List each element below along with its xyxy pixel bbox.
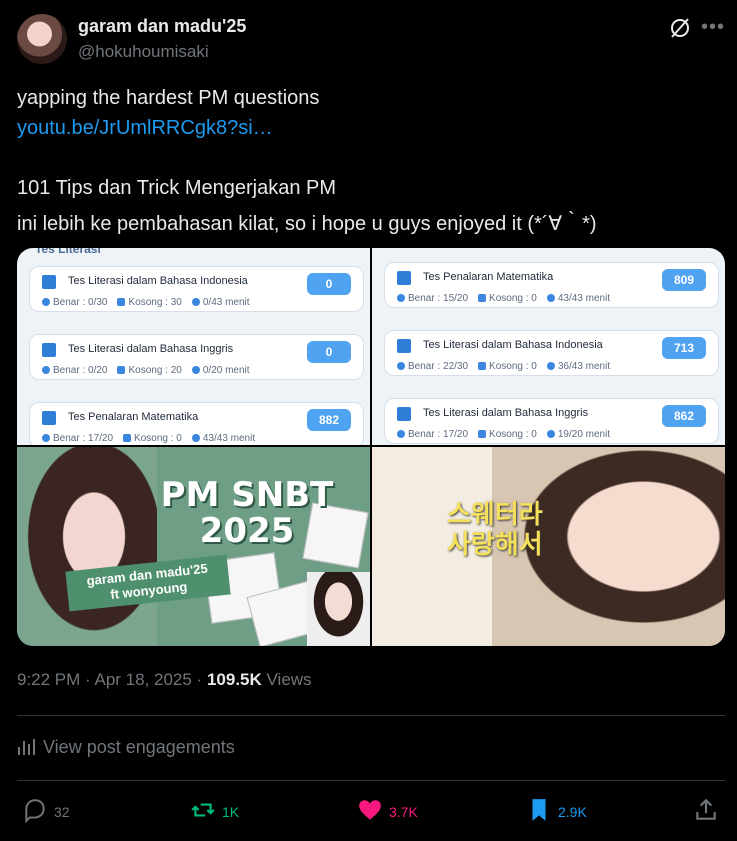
repost-icon	[191, 803, 215, 817]
reply-icon	[25, 799, 45, 824]
card-title: Tes Literasi dalam Bahasa Indonesia	[68, 275, 248, 287]
media-image-3[interactable]: PM SNBT 2025 garam dan madu'25 ft wonyou…	[17, 447, 370, 646]
like-count: 3.7K	[389, 804, 418, 820]
like-button[interactable]: 3.7K	[357, 797, 418, 823]
card-score: 809	[662, 269, 706, 291]
avatar[interactable]	[17, 14, 67, 64]
book-icon	[397, 407, 411, 421]
portrait-photo	[17, 447, 157, 646]
handle[interactable]: @hokuhoumisaki	[78, 42, 209, 62]
cut-title: Tes Literasi	[35, 248, 101, 256]
poster-title: PM SNBT 2025	[160, 475, 334, 551]
view-engagements-link[interactable]: View post engagements	[17, 737, 235, 758]
score-card: Tes Literasi dalam Bahasa Indonesia 713 …	[384, 330, 719, 376]
analytics-icon	[18, 739, 35, 755]
timestamp-link[interactable]: 9:22 PM · Apr 18, 2025 ·	[17, 670, 207, 689]
card-title: Tes Penalaran Matematika	[68, 411, 199, 423]
bookmark-count: 2.9K	[558, 804, 587, 820]
card-meta: Benar : 0/20 Kosong : 20 0/20 menit	[42, 365, 250, 376]
post-timestamp: 9:22 PM · Apr 18, 2025 · 109.5K Views	[17, 670, 312, 690]
card-score: 0	[307, 273, 351, 295]
score-card: Tes Literasi dalam Bahasa Indonesia 0 Be…	[29, 266, 364, 312]
media-image-1[interactable]: Tes Literasi Tes Literasi dalam Bahasa I…	[17, 248, 370, 445]
card-meta: Benar : 22/30 Kosong : 0 36/43 menit	[397, 361, 610, 372]
media-image-4[interactable]: 스웨터라 사랑해서	[372, 447, 725, 646]
card-title: Tes Literasi dalam Bahasa Inggris	[423, 407, 589, 419]
score-card: Tes Penalaran Matematika 882 Benar : 17/…	[29, 402, 364, 445]
book-icon	[42, 343, 56, 357]
media-grid: Tes Literasi Tes Literasi dalam Bahasa I…	[17, 248, 725, 646]
card-meta: Benar : 17/20 Kosong : 0 43/43 menit	[42, 433, 255, 444]
score-card: Tes Literasi dalam Bahasa Inggris 0 Bena…	[29, 334, 364, 380]
post-link[interactable]: youtu.be/JrUmlRRCgk8?si…	[17, 117, 273, 140]
bookmark-button[interactable]: 2.9K	[526, 797, 587, 823]
repost-button[interactable]: 1K	[190, 797, 239, 823]
korean-caption: 스웨터라 사랑해서	[447, 499, 543, 559]
more-icon[interactable]: •••	[701, 16, 725, 40]
share-icon	[696, 798, 716, 820]
post-text-line: 101 Tips dan Trick Mengerjakan PM	[17, 177, 337, 199]
engagements-label: View post engagements	[43, 737, 235, 757]
repost-count: 1K	[222, 804, 240, 820]
share-button[interactable]	[693, 797, 725, 823]
book-icon	[42, 275, 56, 289]
media-image-2[interactable]: Tes Penalaran Matematika 809 Benar : 15/…	[372, 248, 725, 445]
reply-count: 32	[54, 804, 70, 820]
card-meta: Benar : 0/30 Kosong : 30 0/43 menit	[42, 297, 250, 308]
score-card: Tes Penalaran Matematika 809 Benar : 15/…	[384, 262, 719, 308]
card-title: Tes Literasi dalam Bahasa Inggris	[68, 343, 234, 355]
card-meta: Benar : 17/20 Kosong : 0 19/20 menit	[397, 429, 610, 440]
card-title: Tes Literasi dalam Bahasa Indonesia	[423, 339, 603, 351]
card-meta: Benar : 15/20 Kosong : 0 43/43 menit	[397, 293, 610, 304]
card-score: 0	[307, 341, 351, 363]
views-count: 109.5K	[206, 670, 262, 689]
display-name[interactable]: garam dan madu'25	[78, 16, 246, 37]
card-score: 713	[662, 337, 706, 359]
card-title: Tes Penalaran Matematika	[423, 271, 554, 283]
book-icon	[397, 271, 411, 285]
heart-icon	[359, 800, 381, 820]
card-score: 882	[307, 409, 351, 431]
divider	[17, 715, 725, 716]
post-text-line: yapping the hardest PM questions	[17, 87, 320, 109]
portrait-photo	[307, 572, 370, 646]
post-text-line: ini lebih ke pembahasan kilat, so i hope…	[17, 213, 597, 235]
grok-icon[interactable]	[668, 16, 692, 40]
score-card: Tes Literasi dalam Bahasa Inggris 862 Be…	[384, 398, 719, 444]
bookmark-icon	[532, 799, 546, 821]
reply-button[interactable]: 32	[22, 797, 70, 824]
divider	[17, 780, 725, 781]
views-label: Views	[261, 670, 312, 689]
card-score: 862	[662, 405, 706, 427]
book-icon	[397, 339, 411, 353]
book-icon	[42, 411, 56, 425]
